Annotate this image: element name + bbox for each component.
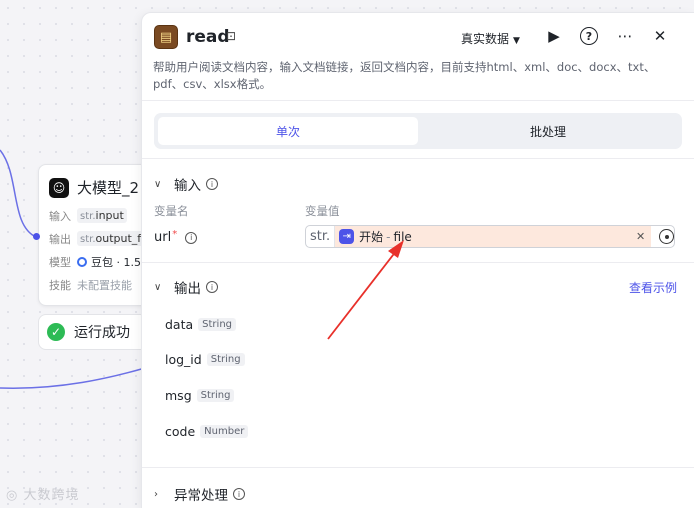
node-input-port[interactable]: [33, 233, 40, 240]
url-value-field[interactable]: str. ⇥ 开始 - file ✕: [305, 225, 675, 248]
ref-field: file: [393, 229, 412, 244]
close-icon[interactable]: ✕: [650, 25, 670, 47]
play-icon[interactable]: ▶: [544, 25, 564, 47]
output-section-label: 输出: [174, 281, 201, 297]
connection-line-out: [0, 367, 146, 389]
output-field-type: String: [206, 353, 245, 366]
run-status-badge[interactable]: ✓ 运行成功: [38, 314, 148, 350]
node-input-row: 输入 str.input: [39, 204, 157, 227]
panel-title: read: [186, 27, 230, 47]
node-row-key: 技能: [49, 278, 71, 292]
output-field: log_id String: [165, 352, 245, 367]
help-button[interactable]: ?: [579, 25, 599, 47]
info-icon[interactable]: i: [185, 231, 198, 244]
chevron-right-icon: ›: [154, 488, 158, 500]
node-model-row: 模型 豆包 · 1.5: [39, 250, 157, 273]
more-icon[interactable]: ⋯: [615, 25, 635, 47]
output-field-name: log_id: [165, 352, 202, 367]
doubao-model-icon: [77, 256, 87, 267]
watermark-logo-icon: ◎: [6, 488, 24, 503]
output-field-type: String: [198, 318, 236, 331]
llm-node-icon: ☺: [49, 177, 69, 198]
data-mode-label: 真实数据: [461, 32, 510, 46]
node-title: 大模型_2: [77, 179, 140, 197]
var-name: url: [154, 230, 172, 245]
divider: [142, 158, 694, 159]
node-row-key: 输出: [49, 232, 71, 246]
target-icon[interactable]: [659, 229, 674, 244]
error-section-label: 异常处理: [174, 488, 228, 504]
ref-source: 开始: [359, 230, 384, 244]
error-section-header[interactable]: › 异常处理 i: [154, 484, 245, 504]
panel-header: ▤ read ⊡ 真实数据 ▼ ▶ ? ⋯ ✕ 帮助用户阅读文档内容，输入文档链接…: [142, 13, 694, 101]
value-type-prefix: str.: [306, 226, 336, 247]
type-prefix: str.: [80, 211, 96, 222]
variable-reference-chip[interactable]: ⇥ 开始 - file ✕: [335, 226, 652, 247]
panel-description: 帮助用户阅读文档内容，输入文档链接，返回文档内容，目前支持html、xml、do…: [153, 60, 656, 91]
node-model-value: 豆包 · 1.5: [91, 255, 141, 269]
input-section-label: 输入: [174, 178, 201, 194]
output-field-name: code: [165, 424, 196, 439]
col-header-name: 变量名: [154, 204, 189, 218]
tab-single[interactable]: 单次: [158, 117, 418, 145]
start-node-icon: ⇥: [339, 229, 355, 244]
output-field-type: String: [196, 389, 235, 402]
run-status-text: 运行成功: [74, 325, 130, 341]
node-skill-value: 未配置技能: [77, 278, 132, 292]
node-row-key: 模型: [49, 255, 71, 269]
node-row-key: 输入: [49, 209, 71, 223]
node-input-tag: str.input: [77, 208, 127, 223]
url-variable-label: url * i: [154, 229, 198, 245]
caret-down-icon: ▼: [513, 36, 520, 46]
tab-batch[interactable]: 批处理: [418, 117, 678, 145]
chevron-down-icon: ∨: [154, 281, 162, 293]
output-field: data String: [165, 317, 236, 332]
output-field-name: msg: [165, 388, 192, 403]
required-mark: *: [172, 229, 178, 240]
ref-separator: -: [386, 229, 391, 244]
mode-tabs: 单次 批处理: [154, 113, 682, 149]
question-icon: ?: [580, 27, 598, 45]
info-icon[interactable]: i: [206, 178, 218, 190]
view-example-link[interactable]: 查看示例: [629, 279, 677, 296]
col-header-value: 变量值: [305, 204, 340, 218]
node-input-value: input: [95, 209, 124, 222]
node-skill-row: 技能 未配置技能: [39, 273, 157, 296]
info-icon[interactable]: i: [233, 488, 245, 500]
book-icon: ▤: [154, 25, 178, 49]
robot-icon: ⊡: [226, 29, 237, 43]
type-prefix: str.: [80, 234, 96, 245]
output-section-header[interactable]: ∨ 输出 i: [154, 277, 218, 297]
check-circle-icon: ✓: [47, 323, 65, 341]
chevron-down-icon: ∨: [154, 178, 162, 190]
output-field: code Number: [165, 424, 249, 439]
output-field-type: Number: [200, 425, 249, 438]
node-output-value: output_fi: [95, 232, 145, 245]
connection-line-in: [0, 149, 37, 238]
output-field: msg String: [165, 388, 235, 403]
watermark: ◎ 大数跨境: [6, 484, 80, 503]
node-detail-panel: ▤ read ⊡ 真实数据 ▼ ▶ ? ⋯ ✕ 帮助用户阅读文档内容，输入文档链接…: [141, 12, 694, 508]
clear-icon[interactable]: ✕: [636, 230, 645, 243]
divider: [142, 262, 694, 263]
node-output-tag: str.output_fi: [77, 231, 148, 246]
watermark-text: 大数跨境: [23, 488, 80, 503]
node-output-row: 输出 str.output_fi: [39, 227, 157, 250]
data-mode-dropdown[interactable]: 真实数据 ▼: [461, 30, 520, 47]
llm-node-card[interactable]: ☺ 大模型_2 输入 str.input 输出 str.output_fi 模型…: [38, 164, 158, 306]
input-section-header[interactable]: ∨ 输入 i: [154, 174, 218, 194]
info-icon[interactable]: i: [206, 281, 218, 293]
divider: [142, 467, 694, 468]
output-field-name: data: [165, 317, 194, 332]
